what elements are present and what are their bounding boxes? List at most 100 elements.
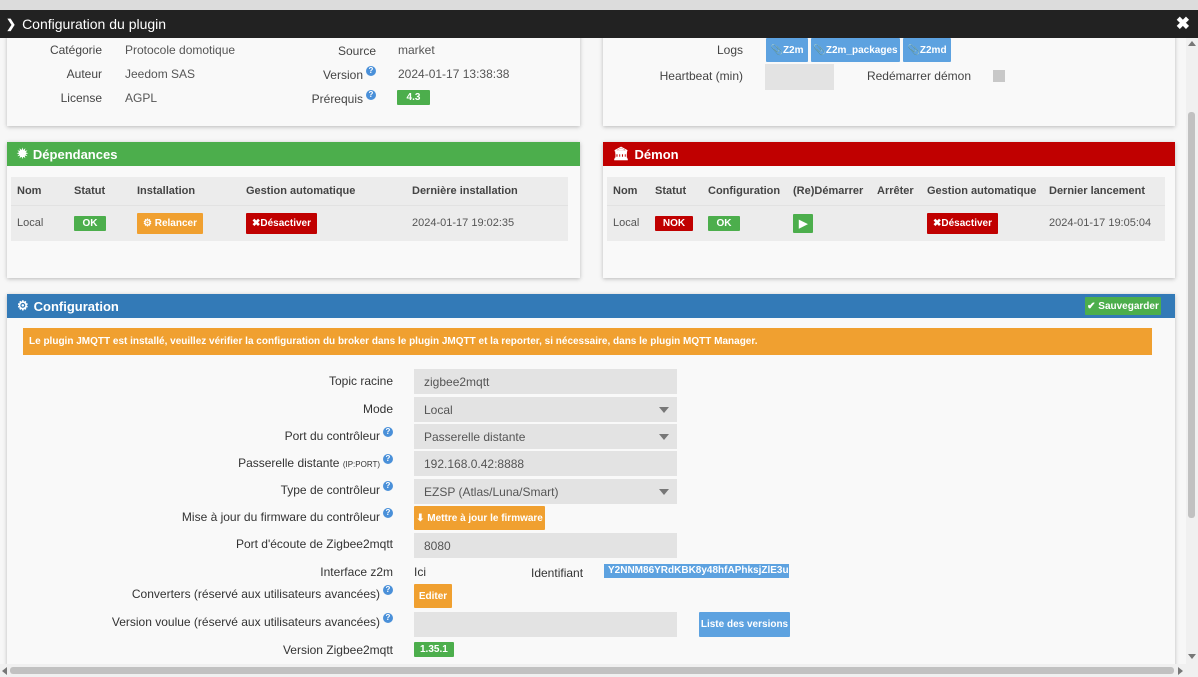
bicycle-icon: ⚙ <box>143 217 152 229</box>
play-icon: ▶ <box>799 217 808 230</box>
topic-input[interactable]: zigbee2mqtt <box>414 369 677 394</box>
auteur-value: Jeedom SAS <box>125 67 196 81</box>
port-select[interactable]: Passerelle distante <box>414 424 677 449</box>
col-derniere: Dernière installation <box>406 177 568 205</box>
firmware-update-button[interactable]: ⬇ Mettre à jour le firmware <box>414 506 545 530</box>
caret-down-icon <box>659 434 669 440</box>
help-icon[interactable]: ? <box>366 90 376 100</box>
heartbeat-label: Heartbeat (min) <box>659 69 743 83</box>
source-value: market <box>398 43 435 57</box>
desactiver-demon-button[interactable]: ✖Désactiver <box>927 212 998 234</box>
caret-down-icon <box>659 407 669 413</box>
voulue-input[interactable] <box>414 612 677 637</box>
save-button[interactable]: ✔ Sauvegarder <box>1085 297 1161 315</box>
prerequis-label: Prérequis? <box>277 90 376 106</box>
col-installation: Installation <box>131 177 240 205</box>
help-icon[interactable]: ? <box>383 613 393 623</box>
license-value: AGPL <box>125 91 158 105</box>
categorie-value: Protocole domotique <box>125 43 236 57</box>
voulue-label: Version voulue (réservé aux utilisateurs… <box>112 613 393 629</box>
scroll-right-icon[interactable] <box>1178 667 1183 675</box>
restart-daemon-label: Redémarrer démon <box>866 69 971 83</box>
status-badge: NOK <box>655 215 693 231</box>
table-row: Local NOK OK ▶ ✖Désactiver 2024-01-17 19… <box>607 204 1165 241</box>
demon-nom: Local <box>607 204 649 241</box>
help-icon[interactable]: ? <box>383 508 393 518</box>
help-icon[interactable]: ? <box>383 585 393 595</box>
horizontal-scrollbar[interactable] <box>0 664 1198 677</box>
col-gestion: Gestion automatique <box>240 177 406 205</box>
scrollbar-thumb[interactable] <box>1188 112 1195 518</box>
type-select[interactable]: EZSP (Atlas/Luna/Smart) <box>414 479 677 504</box>
version-value: 2024-01-17 13:38:38 <box>398 67 510 81</box>
heartbeat-input[interactable] <box>765 64 834 90</box>
scroll-up-icon[interactable] <box>1188 41 1196 46</box>
close-icon[interactable]: ✖ <box>1176 14 1190 34</box>
help-icon[interactable]: ? <box>383 427 393 437</box>
license-label: License <box>60 91 102 105</box>
logs-label: Logs <box>716 43 743 57</box>
col-dernier: Dernier lancement <box>1043 177 1165 205</box>
dependances-header: ✹ Dépendances <box>7 142 580 166</box>
status-badge: OK <box>74 215 106 231</box>
desactiver-dep-button[interactable]: ✖Désactiver <box>246 212 317 234</box>
paperclip-icon: 📎 <box>813 44 826 56</box>
demon-dernier: 2024-01-17 19:05:04 <box>1043 204 1165 241</box>
source-label: Source <box>337 44 376 58</box>
passerelle-label: Passerelle distante (IP:PORT)? <box>238 454 393 470</box>
table-row: Local OK ⚙ Relancer ✖Désactiver 2024-01-… <box>11 204 568 241</box>
log-button-z2md[interactable]: 📎 Z2md <box>903 38 951 62</box>
table-header-row: Nom Statut Installation Gestion automati… <box>11 177 568 205</box>
logs-card: Logs 📎 Z2m 📎 Z2m_packages 📎 Z2md Heartbeat … <box>603 38 1175 126</box>
vertical-scrollbar[interactable] <box>1186 38 1198 664</box>
ecoute-input[interactable]: 8080 <box>414 533 677 558</box>
help-icon[interactable]: ? <box>383 454 393 464</box>
version-label: Version? <box>277 66 376 82</box>
auteur-label: Auteur <box>66 67 102 81</box>
port-label: Port du contrôleur? <box>285 427 393 443</box>
type-label: Type de contrôleur? <box>281 481 393 497</box>
converters-edit-button[interactable]: Editer <box>414 584 452 608</box>
modal-titlebar: ❯ Configuration du plugin ✖ <box>0 10 1198 38</box>
relancer-button[interactable]: ⚙ Relancer <box>137 212 203 234</box>
col-statut: Statut <box>68 177 131 205</box>
z2m-version-badge: 1.35.1 <box>414 642 454 657</box>
interface-link[interactable]: Ici <box>414 565 426 579</box>
university-icon: 🏛 <box>613 146 630 161</box>
log-button-z2m-packages[interactable]: 📎 Z2m_packages <box>811 38 900 62</box>
mode-label: Mode <box>362 402 393 416</box>
configuration-panel: ⚙ Configuration ✔ Sauvegarder Le plugin … <box>7 294 1175 664</box>
help-icon[interactable]: ? <box>366 66 376 76</box>
paperclip-icon: 📎 <box>770 44 783 56</box>
col-nom: Nom <box>11 177 68 205</box>
gear-icon: ✹ <box>17 146 28 161</box>
categorie-label: Catégorie <box>49 43 102 57</box>
col-arreter: Arrêter <box>871 177 921 205</box>
mode-select[interactable]: Local <box>414 397 677 422</box>
passerelle-input[interactable]: 192.168.0.42:8888 <box>414 451 677 476</box>
scrollbar-thumb[interactable] <box>10 667 1174 674</box>
scroll-down-icon[interactable] <box>1188 654 1196 659</box>
restart-daemon-checkbox[interactable] <box>993 70 1005 82</box>
modal-title: Configuration du plugin <box>22 16 167 32</box>
log-button-z2m[interactable]: 📎 Z2m <box>766 38 808 62</box>
identifiant-label: Identifiant <box>531 566 584 580</box>
prerequis-badge: 4.3 <box>397 90 430 105</box>
check-circle-icon: ✔ <box>1087 300 1096 312</box>
demon-table: Nom Statut Configuration (Re)Démarrer Ar… <box>607 177 1165 241</box>
col-configuration: Configuration <box>702 177 787 205</box>
firmware-label: Mise à jour du firmware du contrôleur? <box>182 508 393 524</box>
scroll-left-icon[interactable] <box>2 667 7 675</box>
dep-statut: OK <box>68 204 131 241</box>
col-gestion: Gestion automatique <box>921 177 1043 205</box>
dependances-table: Nom Statut Installation Gestion automati… <box>11 177 568 241</box>
top-strip <box>0 0 1198 10</box>
modal-content: Catégorie Protocole domotique Auteur Jee… <box>0 38 1186 664</box>
versions-list-button[interactable]: Liste des versions <box>699 612 790 637</box>
converters-label: Converters (réservé aux utilisateurs ava… <box>132 585 393 601</box>
help-icon[interactable]: ? <box>383 481 393 491</box>
status-badge: OK <box>708 215 740 231</box>
ecoute-label: Port d'écoute de Zigbee2mqtt <box>235 537 393 551</box>
play-button[interactable]: ▶ <box>793 213 814 233</box>
plugin-info-card: Catégorie Protocole domotique Auteur Jee… <box>7 38 580 126</box>
